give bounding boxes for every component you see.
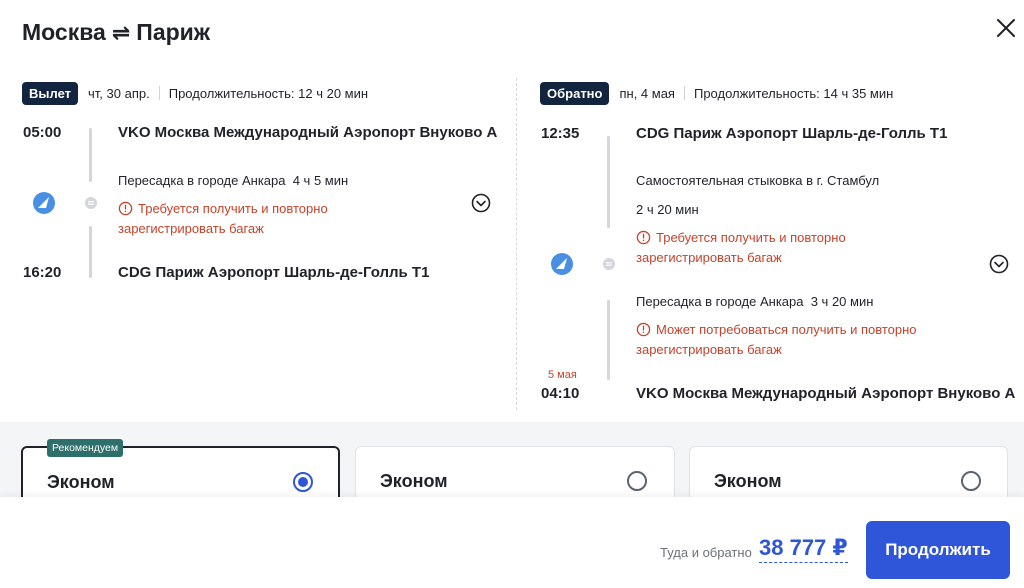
- route-from: Москва: [22, 19, 106, 45]
- return-timeline-top: [607, 136, 610, 228]
- return-baggage-warning-1: Требуется получить и повторно зарегистри…: [636, 230, 846, 265]
- return-duration: Продолжительность: 14 ч 35 мин: [693, 85, 894, 101]
- fare-options: Рекомендуем Эконом Эконом Эконом: [0, 422, 1024, 516]
- total-price[interactable]: 38 777 ₽: [759, 535, 848, 563]
- return-section: Обратно пн, 4 мая Продолжительность: 14 …: [540, 80, 1010, 106]
- flight-details-modal: Москва ⇌ Париж Вылет чт, 30 апр. Продолж…: [0, 0, 1024, 588]
- outbound-dep-time: 05:00: [23, 124, 62, 141]
- outbound-baggage-warning: Требуется получить и повторно зарегистри…: [118, 201, 328, 236]
- header-separator: [158, 86, 160, 100]
- return-connection-duration: 2 ч 20 мин: [636, 202, 699, 217]
- stop-dot-icon: [603, 258, 615, 270]
- return-baggage-warning-2: Может потребоваться получить и повторно …: [636, 322, 917, 357]
- route-title: Москва ⇌ Париж: [22, 19, 210, 46]
- airline-logo-icon: [551, 253, 573, 275]
- return-timeline-bottom: [607, 300, 610, 380]
- fare-radio-selected[interactable]: [293, 472, 313, 492]
- total-label: Туда и обратно: [660, 545, 752, 560]
- chevron-down-icon[interactable]: [989, 254, 1009, 274]
- return-dep-time: 12:35: [541, 125, 580, 142]
- return-dep-airport: CDG Париж Аэропорт Шарль-де-Голль Т1: [636, 125, 948, 142]
- swap-arrows-icon: ⇌: [111, 19, 131, 45]
- recommended-badge: Рекомендуем: [47, 439, 124, 457]
- outbound-timeline-bottom: [89, 226, 92, 278]
- return-connection: Самостоятельная стыковка в г. Стамбул: [636, 173, 880, 188]
- chevron-down-icon[interactable]: [471, 193, 491, 213]
- warning-circle-icon: [636, 230, 651, 245]
- return-badge: Обратно: [540, 81, 610, 105]
- outbound-arr-airport: CDG Париж Аэропорт Шарль-де-Голль Т1: [118, 264, 430, 281]
- return-date: пн, 4 мая: [619, 85, 675, 101]
- outbound-transfer: Пересадка в городе Анкара 4 ч 5 мин: [118, 173, 349, 188]
- return-arr-time: 04:10: [541, 385, 580, 402]
- return-header: Обратно пн, 4 мая Продолжительность: 14 …: [540, 80, 1010, 106]
- warning-circle-icon: [636, 322, 651, 337]
- price-footer: Туда и обратно 38 777 ₽ Продолжить: [0, 497, 1024, 588]
- return-transfer: Пересадка в городе Анкара 3 ч 20 мин: [636, 294, 874, 309]
- fare-name: Эконом: [714, 471, 782, 491]
- outbound-arr-time: 16:20: [23, 264, 62, 281]
- outbound-date: чт, 30 апр.: [88, 85, 150, 101]
- continue-button[interactable]: Продолжить: [866, 521, 1010, 579]
- fare-radio[interactable]: [627, 471, 647, 491]
- warning-circle-icon: [118, 201, 133, 216]
- outbound-header: Вылет чт, 30 апр. Продолжительность: 12 …: [22, 80, 502, 106]
- outbound-section: Вылет чт, 30 апр. Продолжительность: 12 …: [22, 80, 502, 106]
- header-separator: [683, 86, 685, 100]
- outbound-timeline-top: [89, 128, 92, 182]
- return-arr-airport: VKO Москва Международный Аэропорт Внуков…: [636, 385, 1016, 402]
- fare-name: Эконом: [47, 472, 115, 492]
- airline-logo-icon: [33, 192, 55, 214]
- fare-name: Эконом: [380, 471, 448, 491]
- stop-dot-icon: [85, 197, 97, 209]
- return-arr-date: 5 мая: [548, 369, 577, 381]
- column-divider: [516, 78, 517, 410]
- outbound-duration: Продолжительность: 12 ч 20 мин: [168, 85, 369, 101]
- fare-radio[interactable]: [961, 471, 981, 491]
- outbound-badge: Вылет: [22, 81, 79, 105]
- close-icon[interactable]: [992, 14, 1020, 42]
- route-to: Париж: [136, 19, 211, 45]
- outbound-dep-airport: VKO Москва Международный Аэропорт Внуков…: [118, 124, 498, 141]
